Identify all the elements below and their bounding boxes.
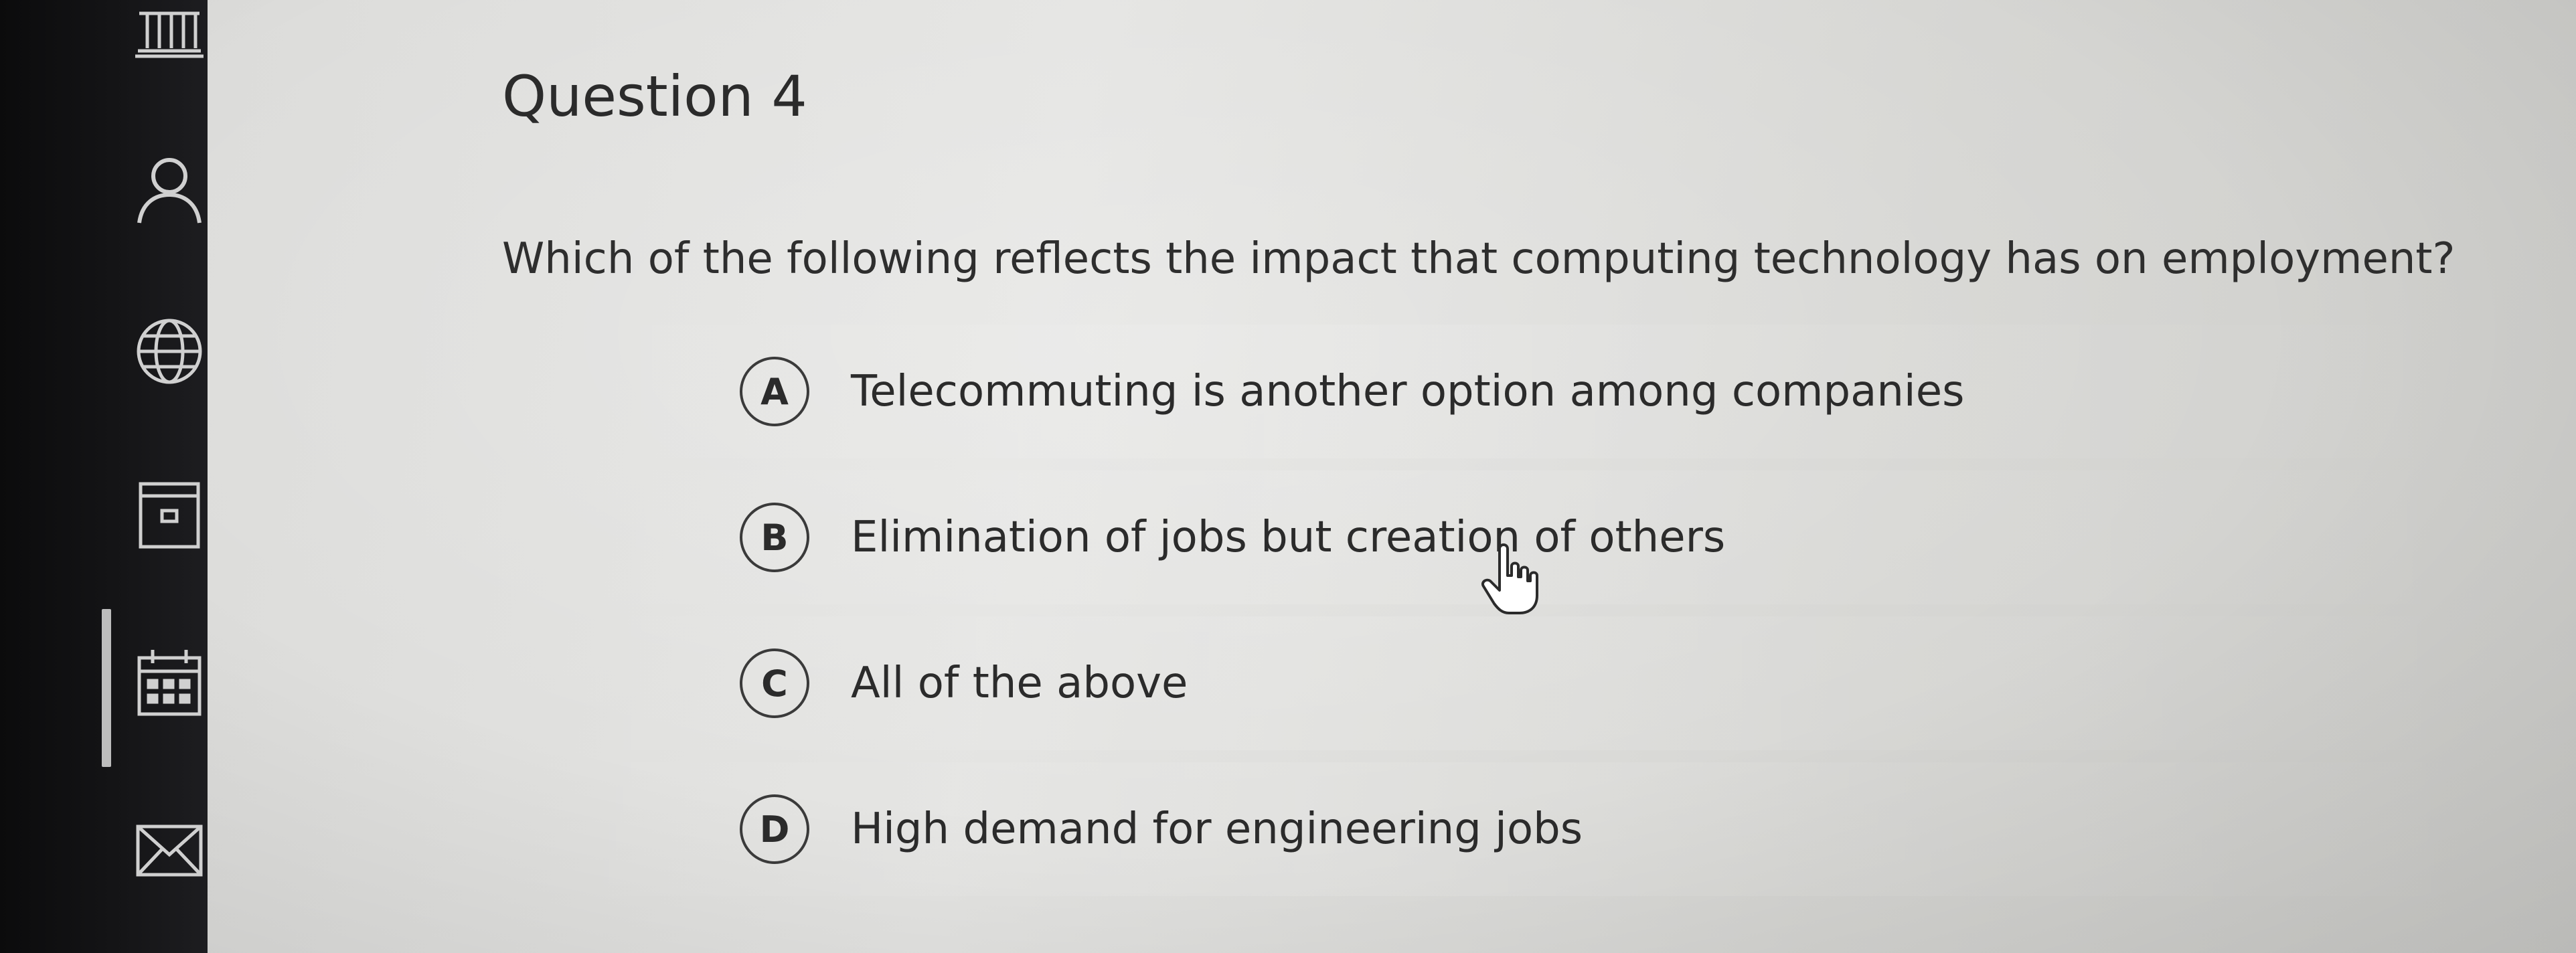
option-text[interactable]: Telecommuting is another option among co… <box>851 367 1964 416</box>
answer-option-b[interactable]: B Elimination of jobs but creation of ot… <box>499 470 2527 604</box>
option-letter-badge[interactable]: C <box>740 648 809 718</box>
answer-option-d[interactable]: D High demand for engineering jobs <box>499 762 2527 896</box>
mail-icon[interactable] <box>133 813 206 887</box>
quiz-content: Question 4 Which of the following reflec… <box>208 0 2576 953</box>
answer-option-a[interactable]: A Telecommuting is another option among … <box>499 325 2527 458</box>
question-title: Question 4 <box>502 64 807 129</box>
option-letter-badge[interactable]: A <box>740 357 809 426</box>
user-icon[interactable] <box>133 151 206 224</box>
question-prompt: Which of the following reflects the impa… <box>502 234 2456 284</box>
option-text[interactable]: Elimination of jobs but creation of othe… <box>851 513 1725 562</box>
answer-options: A Telecommuting is another option among … <box>499 325 2527 908</box>
active-nav-indicator <box>102 609 111 767</box>
document-icon[interactable] <box>133 479 206 552</box>
calendar-icon[interactable] <box>133 646 206 719</box>
option-letter-badge[interactable]: B <box>740 503 809 572</box>
sidebar-nav <box>0 0 208 953</box>
institution-icon[interactable] <box>133 0 206 60</box>
option-text[interactable]: High demand for engineering jobs <box>851 804 1583 854</box>
globe-icon[interactable] <box>133 315 206 388</box>
option-text[interactable]: All of the above <box>851 659 1188 708</box>
answer-option-c[interactable]: C All of the above <box>499 616 2527 750</box>
option-letter-badge[interactable]: D <box>740 794 809 864</box>
